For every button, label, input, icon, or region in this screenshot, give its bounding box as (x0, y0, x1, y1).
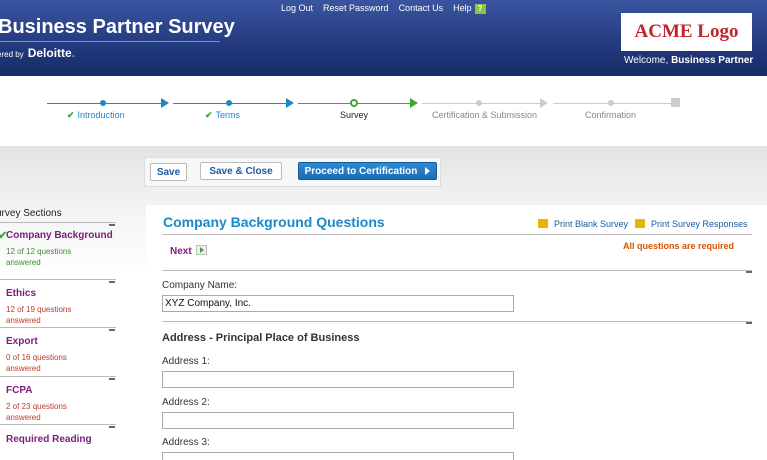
play-icon (195, 245, 207, 255)
step-terms: ✔ Terms (205, 110, 240, 121)
deloitte-logo-dot: . (71, 46, 76, 60)
progress-arrow-icon (410, 98, 418, 108)
section-divider (162, 270, 752, 271)
proceed-certification-button[interactable]: Proceed to Certification (298, 162, 437, 180)
title-divider (162, 234, 752, 235)
progress-dot-introduction (100, 100, 106, 106)
top-links: Log Out Reset Password Contact Us Help? (281, 3, 496, 14)
collapse-handle-icon (109, 224, 115, 226)
app-title: Business Partner Survey (0, 16, 235, 38)
sidebar-divider (0, 279, 116, 280)
powered-by-text: ered by (0, 50, 24, 59)
collapse-handle-icon (109, 426, 115, 428)
sidebar-item-fcpa[interactable]: FCPA (6, 385, 32, 396)
progress-dot-survey (350, 99, 358, 107)
page-title: Company Background Questions (163, 214, 385, 230)
progress-dot-certification (476, 100, 482, 106)
arrow-right-icon (425, 167, 431, 176)
sidebar-item-required-reading[interactable]: Required Reading (6, 434, 92, 445)
section-divider (162, 321, 752, 322)
survey-panel: Company Background Questions Print Blank… (146, 205, 767, 460)
welcome-prefix: Welcome, (624, 55, 672, 66)
powered-by: ered byDeloitte. (0, 46, 75, 60)
progress-arrow-icon (540, 98, 548, 108)
sidebar-title: urvey Sections (0, 208, 62, 219)
address2-input[interactable] (162, 412, 514, 429)
address1-label: Address 1: (162, 356, 210, 367)
title-divider (0, 41, 220, 42)
help-link[interactable]: Help? (453, 3, 486, 14)
welcome-user: Business Partner (671, 55, 754, 66)
progress-arrow-icon (161, 98, 169, 108)
step-survey: Survey (340, 110, 369, 120)
help-link-label: Help (453, 3, 472, 13)
address1-input[interactable] (162, 371, 514, 388)
welcome-message: Welcome, Business Partner (624, 55, 753, 66)
sidebar-item-export[interactable]: Export (6, 336, 38, 347)
next-label: Next (170, 246, 192, 257)
step-introduction-label: Introduction (77, 110, 125, 120)
print-blank-survey-link[interactable]: Print Blank Survey (538, 219, 628, 229)
deloitte-logo: Deloitte. (28, 46, 75, 60)
address3-input[interactable] (162, 452, 514, 460)
save-button[interactable]: Save (150, 163, 187, 181)
app-header: Log Out Reset Password Contact Us Help? … (0, 0, 767, 76)
deloitte-logo-text: Deloitte (27, 46, 72, 60)
sidebar-divider (0, 327, 116, 328)
progress-end-icon (671, 98, 680, 107)
collapse-handle-icon (746, 322, 752, 324)
sidebar-item-company-background[interactable]: Company Background (6, 230, 113, 241)
step-introduction: ✔ Introduction (67, 110, 125, 121)
step-certification: Certification & Submission (432, 110, 538, 120)
step-confirmation: Confirmation (585, 110, 637, 120)
sidebar-item-company-background-status: 12 of 12 questions answered (6, 247, 72, 267)
progress-dot-terms (226, 100, 232, 106)
company-name-input[interactable] (162, 295, 514, 312)
sidebar-divider (0, 424, 116, 425)
sidebar-item-fcpa-status: 2 of 23 questions answered (6, 402, 67, 422)
help-icon: ? (474, 4, 486, 14)
progress-arrow-icon (286, 98, 294, 108)
printer-icon (538, 219, 548, 228)
sidebar-divider (0, 376, 116, 377)
collapse-handle-icon (746, 271, 752, 273)
print-responses-link[interactable]: Print Survey Responses (635, 219, 748, 229)
collapse-handle-icon (109, 378, 115, 380)
printer-icon (635, 219, 645, 228)
company-name-label: Company Name: (162, 280, 238, 291)
address3-label: Address 3: (162, 437, 210, 448)
next-button[interactable]: Next (170, 245, 207, 257)
contact-us-link[interactable]: Contact Us (399, 3, 444, 14)
print-blank-survey-label: Print Blank Survey (554, 219, 629, 229)
step-terms-label: Terms (215, 110, 241, 120)
logout-link[interactable]: Log Out (281, 3, 313, 14)
acme-logo: ACME Logo (621, 13, 752, 51)
sidebar-item-ethics-status: 12 of 19 questions answered (6, 305, 72, 325)
required-note: All questions are required (623, 241, 735, 251)
check-icon: ✔ (67, 110, 75, 120)
sidebar-divider (0, 222, 116, 223)
print-responses-label: Print Survey Responses (651, 219, 748, 229)
check-icon: ✔ (205, 110, 213, 120)
collapse-handle-icon (109, 281, 115, 283)
sidebar-item-export-status: 0 of 16 questions answered (6, 353, 67, 373)
progress-tracker: ✔ Introduction ✔ Terms Survey Certificatio… (0, 76, 767, 146)
reset-password-link[interactable]: Reset Password (323, 3, 389, 14)
address-section-heading: Address - Principal Place of Business (162, 332, 360, 344)
sidebar-item-ethics[interactable]: Ethics (6, 288, 36, 299)
collapse-handle-icon (109, 329, 115, 331)
address2-label: Address 2: (162, 397, 210, 408)
progress-dot-confirmation (608, 100, 614, 106)
save-close-button[interactable]: Save & Close (200, 162, 282, 180)
proceed-certification-label: Proceed to Certification (304, 166, 418, 177)
